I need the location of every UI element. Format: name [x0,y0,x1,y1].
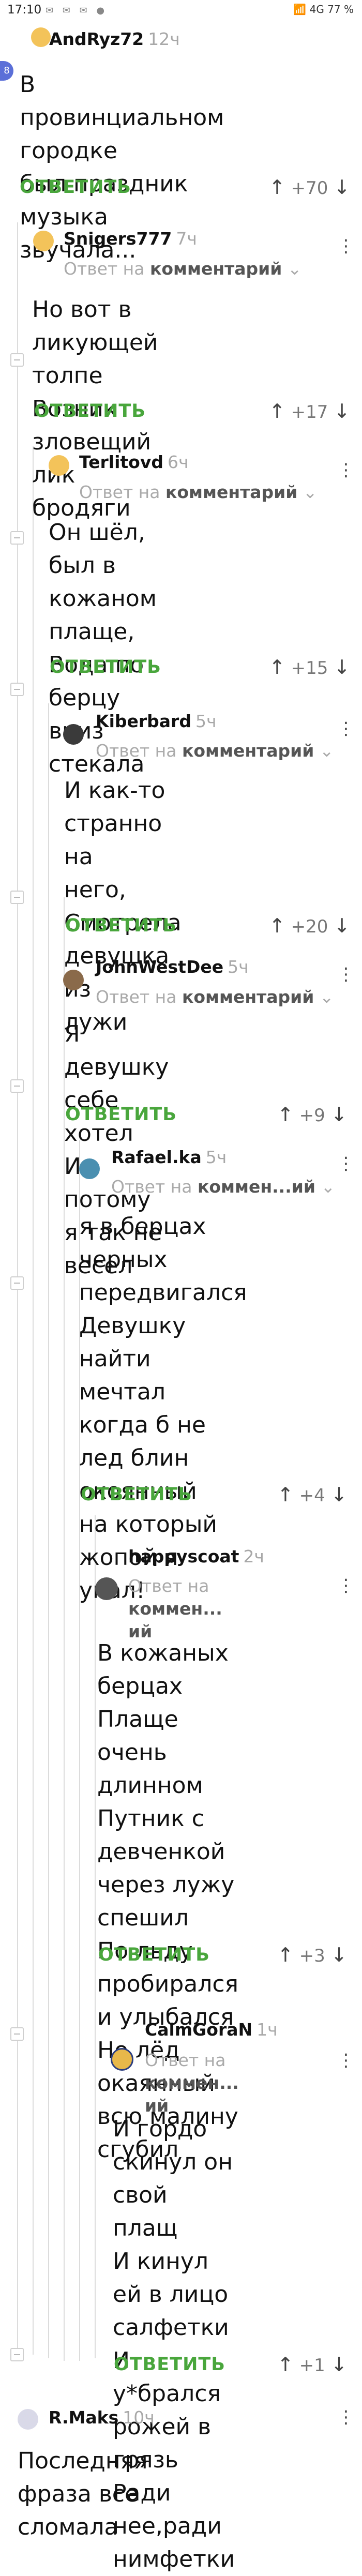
collapse-thread-button[interactable] [10,2027,24,2041]
comment-username[interactable]: Kiberbard 5ч [96,711,216,731]
vote-control[interactable]: ↑ +15 ↓ [269,656,350,679]
avatar[interactable] [63,724,84,745]
vote-count: +15 [291,658,328,679]
comment-time: 5ч [195,711,217,731]
upvote-icon[interactable]: ↑ [269,656,285,679]
thread-line [33,446,34,2355]
more-options-icon[interactable]: ⋮ [337,966,355,983]
vote-control[interactable]: ↑ +17 ↓ [269,400,350,423]
vote-count: +20 [291,916,328,937]
reply-to-link[interactable]: Ответ на коммен...ий ⌄ [111,1177,335,1197]
comment-time: 12ч [148,29,180,49]
system-icons: 📶 4G 77 % [293,3,354,16]
more-options-icon[interactable]: ⋮ [337,1155,355,1172]
more-options-icon[interactable]: ⋮ [337,2052,355,2069]
side-badge[interactable]: 8 [0,61,13,81]
avatar[interactable] [49,455,69,476]
reply-to-link[interactable]: Ответ на коммен... ий [145,2049,239,2117]
thread-line [95,1515,96,2358]
downvote-icon[interactable]: ↓ [331,1103,348,1126]
reply-button[interactable]: ОТВЕТИТЬ [65,1104,177,1125]
more-options-icon[interactable]: ⋮ [337,1577,355,1594]
reply-to-link[interactable]: Ответ на коммен... ий [128,1575,222,1643]
collapse-thread-button[interactable] [10,2348,24,2361]
vote-control[interactable]: ↑ +20 ↓ [269,914,350,937]
reply-button[interactable]: ОТВЕТИТЬ [114,2354,225,2375]
comment-username[interactable]: AndRyz72 12ч [49,29,180,49]
upvote-icon[interactable]: ↑ [269,176,285,199]
collapse-thread-button[interactable] [10,353,24,367]
upvote-icon[interactable]: ↑ [269,914,285,937]
avatar[interactable] [63,970,84,990]
downvote-icon[interactable]: ↓ [334,656,350,679]
collapse-thread-button[interactable] [10,683,24,696]
comment-time: 1ч [257,2020,278,2040]
downvote-icon[interactable]: ↓ [331,2353,348,2376]
comment-text: Последняя фраза все сломала [18,2448,148,2540]
vote-count: +3 [299,1946,325,1966]
vote-control[interactable]: ↑ +9 ↓ [277,1103,347,1126]
comment-username[interactable]: Snigers777 7ч [64,229,197,249]
upvote-icon[interactable]: ↑ [277,1944,294,1966]
reply-to-link[interactable]: Ответ на комментарий ⌄ [96,987,334,1007]
comment-time: 2ч [243,1546,264,1566]
thread-line [48,703,49,2358]
comment-time: 7ч [176,229,197,249]
more-options-icon[interactable]: ⋮ [337,237,355,255]
comment-username[interactable]: happyscoat 2ч [128,1546,264,1566]
more-options-icon[interactable]: ⋮ [337,720,355,737]
reply-button[interactable]: ОТВЕТИТЬ [81,1484,192,1505]
vote-control[interactable]: ↑ +3 ↓ [277,1944,347,1966]
reply-to-link[interactable]: Ответ на комментарий ⌄ [64,259,302,279]
vote-count: +9 [299,1105,325,1126]
comment-username[interactable]: Rafael.ka 5ч [111,1147,227,1167]
comment-username[interactable]: CalmGoraN 1ч [145,2020,278,2040]
notification-icons: ✉ ✉ ✉ ● [46,5,108,16]
reply-button[interactable]: ОТВЕТИТЬ [34,401,146,421]
avatar[interactable] [111,2048,133,2071]
comment-username[interactable]: JohnWestDee 5ч [96,957,249,977]
avatar[interactable] [31,27,51,47]
avatar[interactable] [95,1577,118,1600]
more-options-icon[interactable]: ⋮ [337,461,355,479]
reply-button[interactable]: ОТВЕТИТЬ [20,177,131,198]
reply-to-link[interactable]: Ответ на комментарий ⌄ [79,482,318,502]
upvote-icon[interactable]: ↑ [277,2353,294,2376]
reply-to-link[interactable]: Ответ на комментарий ⌄ [96,741,334,761]
vote-count: +70 [291,178,328,199]
vote-control[interactable]: ↑ +70 ↓ [269,176,350,199]
downvote-icon[interactable]: ↓ [334,914,350,937]
collapse-thread-button[interactable] [10,891,24,904]
comment-username[interactable]: Terlitovd 6ч [79,452,189,472]
avatar[interactable] [33,231,54,251]
vote-count: +4 [299,1485,325,1506]
status-time: 17:10 [7,3,42,17]
collapse-thread-button[interactable] [10,1276,24,1290]
upvote-icon[interactable]: ↑ [277,1103,294,1126]
upvote-icon[interactable]: ↑ [269,400,285,423]
upvote-icon[interactable]: ↑ [277,1483,294,1506]
reply-button[interactable]: ОТВЕТИТЬ [65,915,177,936]
vote-control[interactable]: ↑ +1 ↓ [277,2353,347,2376]
comment-time: 10ч [123,2407,155,2428]
more-options-icon[interactable]: ⋮ [337,2408,355,2426]
collapse-thread-button[interactable] [10,1079,24,1093]
reply-button[interactable]: ОТВЕТИТЬ [50,657,161,677]
comment-username[interactable]: R.Maks 10ч [49,2407,155,2428]
status-bar: 17:10 ✉ ✉ ✉ ● 📶 4G 77 % [0,0,362,21]
comment-time: 5ч [205,1147,227,1167]
comment-time: 5ч [228,957,249,977]
reply-button[interactable]: ОТВЕТИТЬ [98,1945,210,1965]
downvote-icon[interactable]: ↓ [331,1483,348,1506]
comment-time: 6ч [168,452,189,472]
vote-control[interactable]: ↑ +4 ↓ [277,1483,347,1506]
vote-count: +17 [291,402,328,423]
vote-count: +1 [299,2355,325,2376]
collapse-thread-button[interactable] [10,531,24,545]
avatar[interactable] [79,1158,100,1179]
downvote-icon[interactable]: ↓ [331,1944,348,1966]
downvote-icon[interactable]: ↓ [334,176,350,199]
avatar[interactable] [18,2409,38,2430]
downvote-icon[interactable]: ↓ [334,400,350,423]
